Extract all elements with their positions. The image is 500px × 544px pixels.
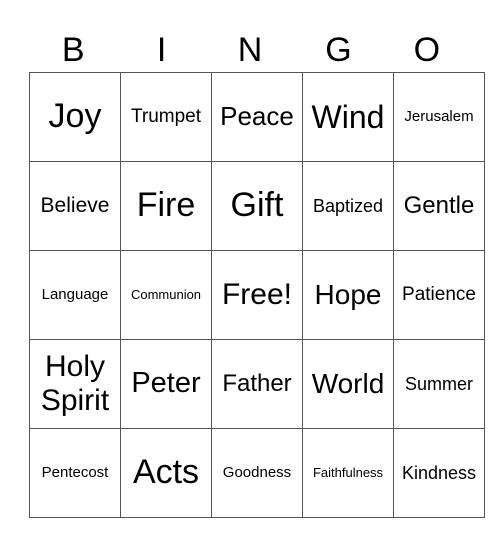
- bingo-cell-text: Peter: [131, 367, 201, 400]
- bingo-cell[interactable]: Wind: [302, 72, 394, 162]
- header-letter-b: B: [61, 31, 85, 69]
- bingo-header: B I N G O: [29, 28, 471, 72]
- bingo-cell-text: Joy: [48, 97, 102, 136]
- bingo-cell-text: Gift: [230, 186, 284, 225]
- bingo-cell-text: Communion: [130, 286, 202, 302]
- bingo-cell[interactable]: Baptized: [302, 161, 394, 251]
- grid-row: Believe Fire Gift Baptized Gentle: [29, 161, 485, 251]
- header-letter-i: I: [156, 31, 167, 69]
- header-letter-g: G: [325, 31, 352, 69]
- header-letter-n: N: [237, 31, 263, 69]
- bingo-cell[interactable]: Holy Spirit: [29, 339, 121, 429]
- bingo-cell-text: Faithfulness: [312, 464, 384, 480]
- header-letter-o: O: [413, 31, 441, 69]
- bingo-cell-text: Trumpet: [130, 106, 202, 128]
- bingo-cell[interactable]: Believe: [29, 161, 121, 251]
- bingo-cell-text: Wind: [311, 98, 385, 135]
- bingo-cell[interactable]: Gentle: [393, 161, 485, 251]
- bingo-cell[interactable]: Gift: [211, 161, 303, 251]
- bingo-cell-text: Holy Spirit: [40, 349, 110, 418]
- bingo-cell[interactable]: Communion: [120, 250, 212, 340]
- bingo-cell[interactable]: Kindness: [393, 428, 485, 518]
- bingo-cell[interactable]: Jerusalem: [393, 72, 485, 162]
- bingo-cell-text: Language: [41, 286, 109, 304]
- bingo-cell[interactable]: Father: [211, 339, 303, 429]
- bingo-grid: Joy Trumpet Peace Wind Jerusalem Believe Fire G…: [29, 72, 485, 518]
- bingo-cell[interactable]: Hope: [302, 250, 394, 340]
- bingo-cell-text: Believe: [40, 193, 110, 217]
- bingo-cell[interactable]: Trumpet: [120, 72, 212, 162]
- bingo-cell[interactable]: Faithfulness: [302, 428, 394, 518]
- bingo-cell[interactable]: Acts: [120, 428, 212, 518]
- grid-row: Language Communion Free! Hope Patience: [29, 250, 485, 340]
- bingo-cell-text: Baptized: [312, 195, 384, 216]
- bingo-cell-text: World: [311, 367, 385, 399]
- bingo-cell[interactable]: Peace: [211, 72, 303, 162]
- grid-row: Pentecost Acts Goodness Faithfulness Kindnes…: [29, 428, 485, 518]
- bingo-cell-text: Fire: [136, 186, 196, 225]
- bingo-cell-text: Kindness: [401, 462, 477, 483]
- bingo-cell[interactable]: Summer: [393, 339, 485, 429]
- bingo-cell-text: Free!: [221, 277, 293, 311]
- bingo-cell-text: Patience: [402, 284, 476, 306]
- bingo-cell[interactable]: Fire: [120, 161, 212, 251]
- bingo-cell[interactable]: Joy: [29, 72, 121, 162]
- bingo-cell[interactable]: Language: [29, 250, 121, 340]
- bingo-cell-text: Hope: [314, 278, 382, 310]
- bingo-cell-text: Acts: [132, 453, 200, 492]
- bingo-cell-text: Goodness: [222, 464, 292, 482]
- bingo-cell-text: Summer: [404, 373, 473, 394]
- bingo-cell[interactable]: Peter: [120, 339, 212, 429]
- bingo-cell-text: Peace: [220, 101, 294, 132]
- bingo-cell[interactable]: Patience: [393, 250, 485, 340]
- bingo-cell[interactable]: World: [302, 339, 394, 429]
- grid-row: Holy Spirit Peter Father World Summer: [29, 339, 485, 429]
- bingo-cell[interactable]: Pentecost: [29, 428, 121, 518]
- bingo-cell-text: Gentle: [403, 192, 475, 220]
- bingo-cell[interactable]: Goodness: [211, 428, 303, 518]
- bingo-cell[interactable]: Free!: [211, 250, 303, 340]
- grid-row: Joy Trumpet Peace Wind Jerusalem: [29, 72, 485, 162]
- bingo-cell-text: Pentecost: [41, 464, 109, 482]
- bingo-cell-text: Jerusalem: [404, 108, 474, 126]
- bingo-cell-text: Father: [222, 370, 292, 398]
